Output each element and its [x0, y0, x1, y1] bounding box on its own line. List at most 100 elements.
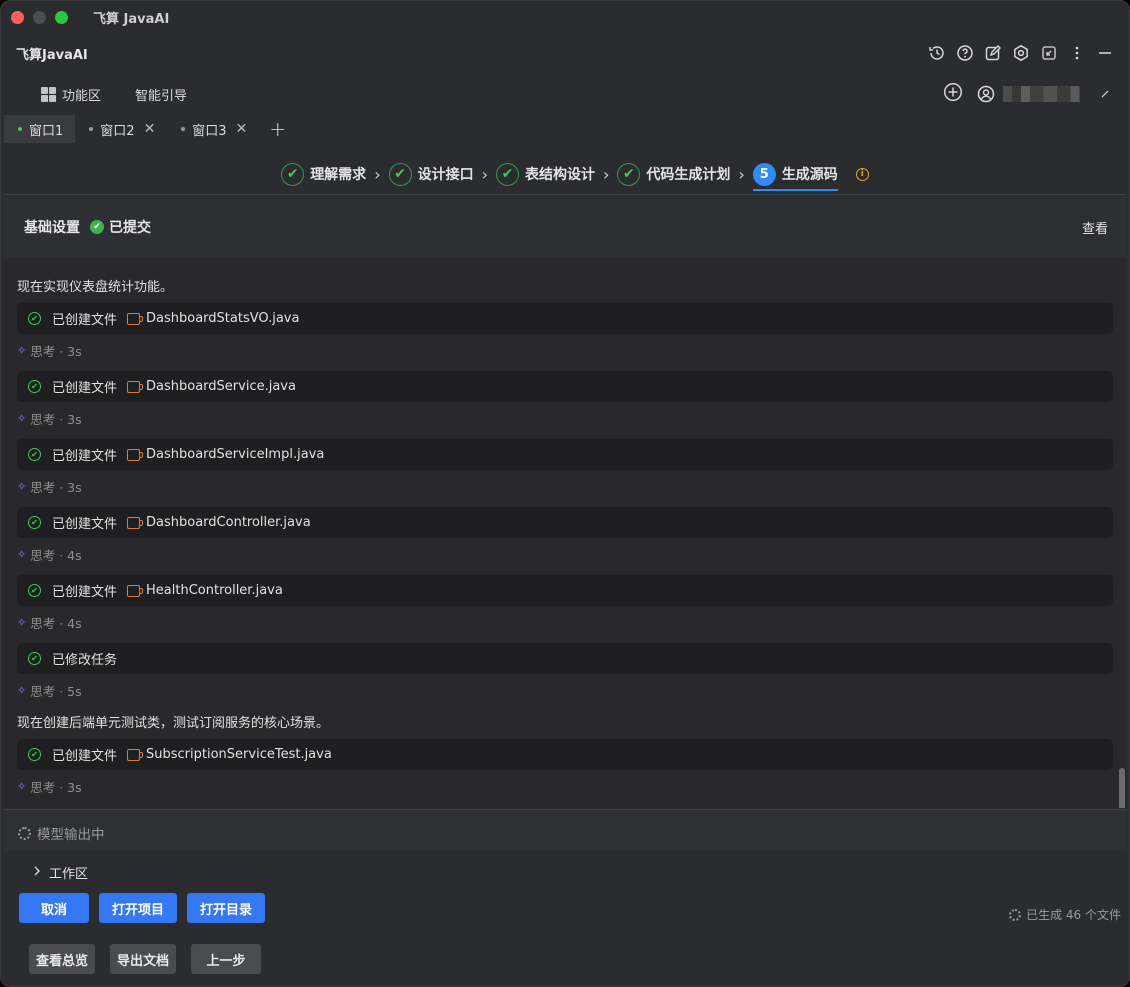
think-duration: ✧ 思考 · 3s: [17, 777, 82, 796]
file-card[interactable]: ✔ 已创建文件 DashboardService.java: [17, 371, 1113, 402]
loading-spinner-icon: [18, 826, 31, 840]
function-area-button[interactable]: 功能区: [41, 85, 101, 104]
check-circle-icon: ✔: [28, 652, 41, 665]
help-icon[interactable]: [955, 43, 975, 63]
tab-label: 窗口1: [29, 123, 64, 139]
model-output-label: 模型输出中: [37, 827, 105, 843]
workspace-label: 工作区: [49, 867, 89, 882]
maximize-window-button[interactable]: [55, 10, 68, 24]
workspace-toggle[interactable]: 工作区: [33, 863, 88, 882]
tab-label: 窗口2: [100, 123, 135, 139]
close-window-button[interactable]: [11, 10, 24, 24]
tab-window-3[interactable]: 窗口3 ✕: [167, 115, 259, 143]
chevron-icon: [1101, 90, 1109, 98]
file-card[interactable]: ✔ 已创建文件 DashboardServiceImpl.java: [17, 439, 1113, 470]
check-icon: ✔: [281, 162, 305, 186]
file-action: 已创建文件: [52, 517, 118, 532]
base-settings-bar: 基础设置 ✔ 已提交 查看: [4, 197, 1126, 257]
step-number: 5: [752, 162, 776, 186]
check-circle-icon: ✔: [28, 584, 41, 597]
view-overview-button[interactable]: 查看总览: [29, 944, 96, 974]
close-tab-icon[interactable]: ✕: [144, 121, 156, 137]
java-file-icon: [127, 516, 144, 529]
tab-window-1[interactable]: 窗口1: [4, 115, 76, 143]
java-file-icon: [127, 748, 144, 761]
base-settings-label: 基础设置: [24, 220, 80, 236]
view-link[interactable]: 查看: [1082, 218, 1108, 237]
user-account[interactable]: [977, 85, 1109, 103]
task-action: 已修改任务: [52, 653, 118, 668]
think-label: 思考 · 4s: [30, 616, 82, 631]
smart-guide-button[interactable]: 智能引导: [135, 85, 187, 104]
chevron-right-icon: ›: [481, 164, 488, 184]
chevron-right-icon: ›: [738, 164, 745, 184]
think-duration: ✧ 思考 · 5s: [17, 681, 82, 700]
check-circle-icon: ✔: [28, 380, 41, 393]
loading-spinner-icon: [1009, 908, 1022, 921]
tab-window-2[interactable]: 窗口2 ✕: [75, 115, 167, 143]
add-icon[interactable]: [943, 82, 963, 106]
chevron-right-icon: ›: [603, 164, 610, 184]
open-project-button[interactable]: 打开项目: [99, 893, 178, 923]
info-icon[interactable]: i: [855, 167, 869, 181]
file-name: DashboardService.java: [146, 379, 296, 394]
divider: [4, 194, 1126, 195]
cancel-button[interactable]: 取消: [19, 893, 89, 923]
file-card[interactable]: ✔ 已创建文件 DashboardStatsVO.java: [17, 303, 1113, 334]
think-label: 思考 · 4s: [30, 548, 82, 563]
previous-step-button[interactable]: 上一步: [191, 944, 262, 974]
check-circle-icon: ✔: [28, 516, 41, 529]
think-duration: ✧ 思考 · 4s: [17, 613, 82, 632]
think-duration: ✧ 思考 · 4s: [17, 545, 82, 564]
history-icon[interactable]: [927, 43, 947, 63]
tab-status-dot: [18, 127, 22, 131]
sparkle-icon: ✧: [17, 344, 27, 357]
collapse-icon[interactable]: [1039, 43, 1059, 63]
title-bar: 飞算 JavaAI: [1, 1, 1129, 33]
step-code-plan[interactable]: ✔ 代码生成计划: [617, 158, 730, 190]
think-label: 思考 · 5s: [30, 684, 82, 699]
check-circle-icon: ✔: [28, 748, 41, 761]
file-action: 已创建文件: [52, 749, 118, 764]
task-card[interactable]: ✔ 已修改任务: [17, 643, 1113, 674]
file-action: 已创建文件: [52, 381, 118, 396]
model-output-status: 模型输出中: [4, 809, 1126, 851]
file-action: 已创建文件: [52, 313, 118, 328]
chevron-right-icon: ›: [374, 164, 381, 184]
username-redacted: [1003, 86, 1093, 102]
file-card[interactable]: ✔ 已创建文件 HealthController.java: [17, 575, 1113, 606]
think-label: 思考 · 3s: [30, 412, 82, 427]
more-icon[interactable]: [1067, 43, 1087, 63]
think-duration: ✧ 思考 · 3s: [17, 341, 82, 360]
tab-status-dot: [181, 127, 186, 131]
step-label: 生成源码: [781, 167, 838, 183]
java-file-icon: [127, 380, 144, 393]
step-label: 设计接口: [417, 167, 474, 183]
file-name: DashboardServiceImpl.java: [146, 447, 325, 462]
sparkle-icon: ✧: [17, 412, 27, 425]
file-name: HealthController.java: [146, 583, 283, 598]
scrollbar[interactable]: [1119, 768, 1125, 808]
submitted-label: 已提交: [109, 220, 151, 236]
step-generate-source[interactable]: 5 生成源码: [752, 157, 838, 191]
sparkle-icon: ✧: [17, 684, 27, 697]
function-area-label: 功能区: [62, 89, 102, 104]
minimize-window-button[interactable]: [33, 10, 46, 24]
file-card[interactable]: ✔ 已创建文件 DashboardController.java: [17, 507, 1113, 538]
generation-log: 现在实现仪表盘统计功能。 ✔ 已创建文件 DashboardStatsVO.ja…: [4, 258, 1126, 808]
settings-icon[interactable]: [1011, 43, 1031, 63]
open-directory-button[interactable]: 打开目录: [187, 893, 266, 923]
file-name: DashboardStatsVO.java: [146, 311, 300, 326]
add-tab-icon[interactable]: +: [269, 117, 286, 141]
step-design-api[interactable]: ✔ 设计接口: [388, 158, 474, 190]
grid-icon: [41, 87, 56, 102]
log-message: 现在实现仪表盘统计功能。: [17, 280, 174, 295]
export-document-button[interactable]: 导出文档: [110, 944, 177, 974]
minimize-icon[interactable]: [1095, 43, 1115, 63]
edit-icon[interactable]: [983, 43, 1003, 63]
step-label: 代码生成计划: [646, 167, 731, 183]
file-card[interactable]: ✔ 已创建文件 SubscriptionServiceTest.java: [17, 739, 1113, 770]
close-tab-icon[interactable]: ✕: [236, 121, 248, 137]
step-understand-requirements[interactable]: ✔ 理解需求: [281, 158, 366, 190]
step-table-design[interactable]: ✔ 表结构设计: [496, 158, 595, 190]
